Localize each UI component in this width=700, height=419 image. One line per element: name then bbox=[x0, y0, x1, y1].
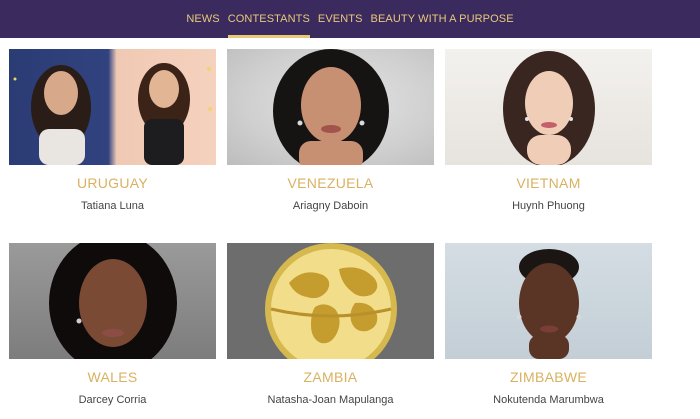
contestant-country[interactable]: ZAMBIA bbox=[304, 369, 358, 385]
contestant-country[interactable]: VENEZUELA bbox=[288, 175, 374, 191]
contestant-card[interactable]: VIETNAM Huynh Phuong bbox=[445, 49, 652, 243]
nav-item-news[interactable]: NEWS bbox=[182, 0, 223, 38]
portrait-image bbox=[503, 51, 595, 165]
contestant-country[interactable]: URUGUAY bbox=[77, 175, 148, 191]
top-navigation: NEWS CONTESTANTS EVENTS BEAUTY WITH A PU… bbox=[0, 0, 700, 38]
contestants-grid: URUGUAY Tatiana Luna VENEZUELA Ariagny D… bbox=[9, 49, 669, 419]
contestant-photo[interactable] bbox=[9, 49, 216, 165]
portrait-image bbox=[273, 49, 389, 165]
contestant-name: Tatiana Luna bbox=[81, 200, 144, 212]
contestant-name: Nokutenda Marumbwa bbox=[493, 394, 604, 406]
contestant-country[interactable]: VIETNAM bbox=[516, 175, 580, 191]
nav-item-contestants[interactable]: CONTESTANTS bbox=[224, 0, 314, 38]
portrait-image bbox=[49, 243, 177, 359]
contestant-card[interactable]: VENEZUELA Ariagny Daboin bbox=[227, 49, 434, 243]
contestant-name: Natasha-Joan Mapulanga bbox=[267, 394, 394, 406]
contestant-name: Darcey Corria bbox=[78, 394, 147, 406]
contestant-name: Ariagny Daboin bbox=[292, 200, 369, 212]
portrait-image bbox=[13, 63, 212, 165]
nav-item-events[interactable]: EVENTS bbox=[314, 0, 367, 38]
contestant-card[interactable]: URUGUAY Tatiana Luna bbox=[9, 49, 216, 243]
contestant-name: Huynh Phuong bbox=[512, 200, 585, 212]
nav-item-beauty-with-a-purpose[interactable]: BEAUTY WITH A PURPOSE bbox=[367, 0, 518, 38]
globe-logo-icon bbox=[265, 243, 397, 359]
portrait-image bbox=[516, 249, 582, 359]
contestant-country[interactable]: WALES bbox=[88, 369, 138, 385]
contestant-photo[interactable] bbox=[445, 243, 652, 359]
contestant-photo[interactable] bbox=[445, 49, 652, 165]
contestant-photo[interactable] bbox=[227, 49, 434, 165]
contestant-photo[interactable] bbox=[227, 243, 434, 359]
contestant-card[interactable]: ZIMBABWE Nokutenda Marumbwa bbox=[445, 243, 652, 419]
contestant-country[interactable]: ZIMBABWE bbox=[510, 369, 587, 385]
contestant-photo[interactable] bbox=[9, 243, 216, 359]
contestant-card[interactable]: ZAMBIA Natasha-Joan Mapulanga bbox=[227, 243, 434, 419]
contestant-card[interactable]: WALES Darcey Corria bbox=[9, 243, 216, 419]
